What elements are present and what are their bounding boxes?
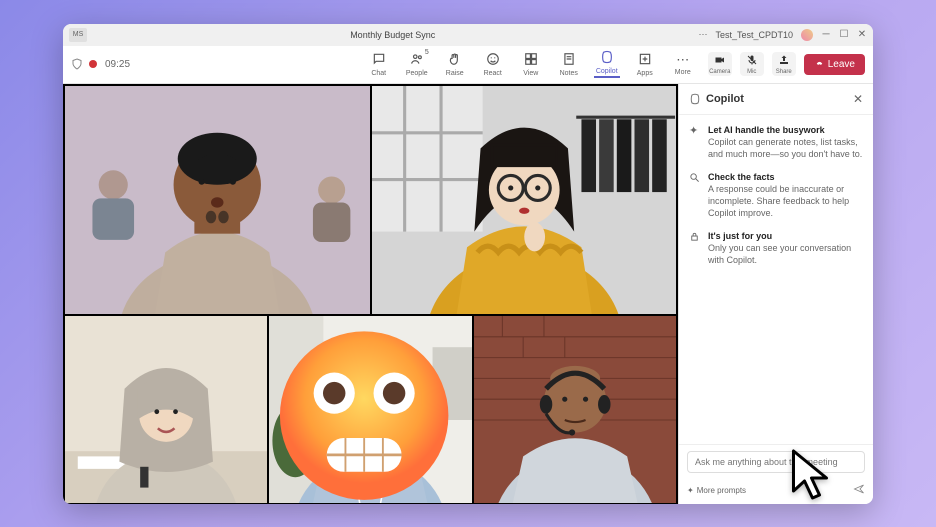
copilot-item-desc: Only you can see your conversation with … xyxy=(708,242,863,266)
chat-label: Chat xyxy=(371,70,386,77)
maximize-button[interactable]: ☐ xyxy=(839,30,849,40)
copilot-label: Copilot xyxy=(596,68,618,75)
copilot-item-heading: Check the facts xyxy=(708,172,863,182)
more-prompts-label: More prompts xyxy=(697,486,746,495)
copilot-info-item: ✦ Let AI handle the busywork Copilot can… xyxy=(689,125,863,160)
more-icon: ⋯ xyxy=(676,52,689,68)
more-prompts-button[interactable]: ✦ More prompts xyxy=(687,486,746,495)
reaction-emoji-icon xyxy=(269,322,465,503)
close-button[interactable]: ✕ xyxy=(857,30,867,40)
view-icon xyxy=(524,52,538,69)
titlebar: MS Monthly Budget Sync ⋯ Test_Test_CPDT1… xyxy=(63,24,873,46)
mic-muted-icon xyxy=(746,54,758,69)
share-button[interactable]: Share xyxy=(772,52,796,76)
recording-indicator-icon xyxy=(89,60,97,68)
apps-button[interactable]: Apps xyxy=(632,52,658,77)
react-button[interactable]: React xyxy=(480,52,506,77)
mic-button[interactable]: Mic xyxy=(740,52,764,76)
people-count: 5 xyxy=(425,49,429,56)
camera-label: Camera xyxy=(709,69,730,75)
copilot-input[interactable] xyxy=(687,451,865,473)
user-avatar[interactable] xyxy=(801,29,813,41)
more-button[interactable]: ⋯ More xyxy=(670,52,696,76)
copilot-info-item: It's just for you Only you can see your … xyxy=(689,231,863,266)
apps-icon xyxy=(638,52,652,69)
copilot-item-desc: Copilot can generate notes, list tasks, … xyxy=(708,136,863,160)
leave-icon xyxy=(814,59,825,70)
sparkle-icon: ✦ xyxy=(689,125,701,160)
participant-tile[interactable] xyxy=(269,316,471,503)
apps-label: Apps xyxy=(637,70,653,77)
people-icon: 5 xyxy=(410,52,424,69)
mic-label: Mic xyxy=(747,69,756,75)
people-label: People xyxy=(406,70,428,77)
copilot-item-heading: Let AI handle the busywork xyxy=(708,125,863,135)
minimize-button[interactable]: ─ xyxy=(821,30,831,40)
titlebar-more-icon[interactable]: ⋯ xyxy=(698,29,707,40)
org-badge: MS xyxy=(69,28,87,42)
copilot-panel-title: Copilot xyxy=(706,93,744,105)
participant-tile[interactable] xyxy=(474,316,676,503)
notes-icon xyxy=(562,52,576,69)
participant-tile[interactable] xyxy=(65,86,370,315)
copilot-icon xyxy=(600,50,614,67)
send-button[interactable] xyxy=(853,483,865,498)
participant-tile[interactable] xyxy=(372,86,677,315)
chat-icon xyxy=(372,52,386,69)
raise-hand-button[interactable]: Raise xyxy=(442,52,468,77)
share-icon xyxy=(778,54,790,69)
people-button[interactable]: 5 People xyxy=(404,52,430,77)
meeting-timer: 09:25 xyxy=(105,59,130,70)
raise-label: Raise xyxy=(446,70,464,77)
copilot-item-heading: It's just for you xyxy=(708,231,863,241)
meeting-toolbar: 09:25 Chat 5 People Raise xyxy=(63,46,873,84)
chat-button[interactable]: Chat xyxy=(366,52,392,77)
view-label: View xyxy=(523,70,538,77)
prompts-icon: ✦ xyxy=(687,486,694,495)
react-icon xyxy=(486,52,500,69)
app-window: MS Monthly Budget Sync ⋯ Test_Test_CPDT1… xyxy=(63,24,873,504)
react-label: React xyxy=(484,70,502,77)
copilot-info-item: Check the facts A response could be inac… xyxy=(689,172,863,219)
share-label: Share xyxy=(776,69,792,75)
camera-button[interactable]: Camera xyxy=(708,52,732,76)
leave-button[interactable]: Leave xyxy=(804,54,865,75)
view-button[interactable]: View xyxy=(518,52,544,77)
notes-button[interactable]: Notes xyxy=(556,52,582,77)
notes-label: Notes xyxy=(560,70,578,77)
shield-icon xyxy=(71,58,83,70)
lock-icon xyxy=(689,231,701,266)
window-title: Monthly Budget Sync xyxy=(87,30,698,40)
camera-icon xyxy=(714,54,726,69)
copilot-close-button[interactable]: ✕ xyxy=(853,92,863,106)
more-label: More xyxy=(675,69,691,76)
user-name: Test_Test_CPDT10 xyxy=(715,30,793,40)
magnifier-icon xyxy=(689,172,701,219)
copilot-item-desc: A response could be inaccurate or incomp… xyxy=(708,183,863,219)
copilot-panel: Copilot ✕ ✦ Let AI handle the busywork C… xyxy=(678,84,873,504)
video-grid xyxy=(63,84,678,504)
leave-label: Leave xyxy=(828,59,855,70)
copilot-logo-icon xyxy=(689,93,701,105)
participant-tile[interactable] xyxy=(65,316,267,503)
copilot-button[interactable]: Copilot xyxy=(594,50,620,78)
raise-hand-icon xyxy=(448,52,462,69)
